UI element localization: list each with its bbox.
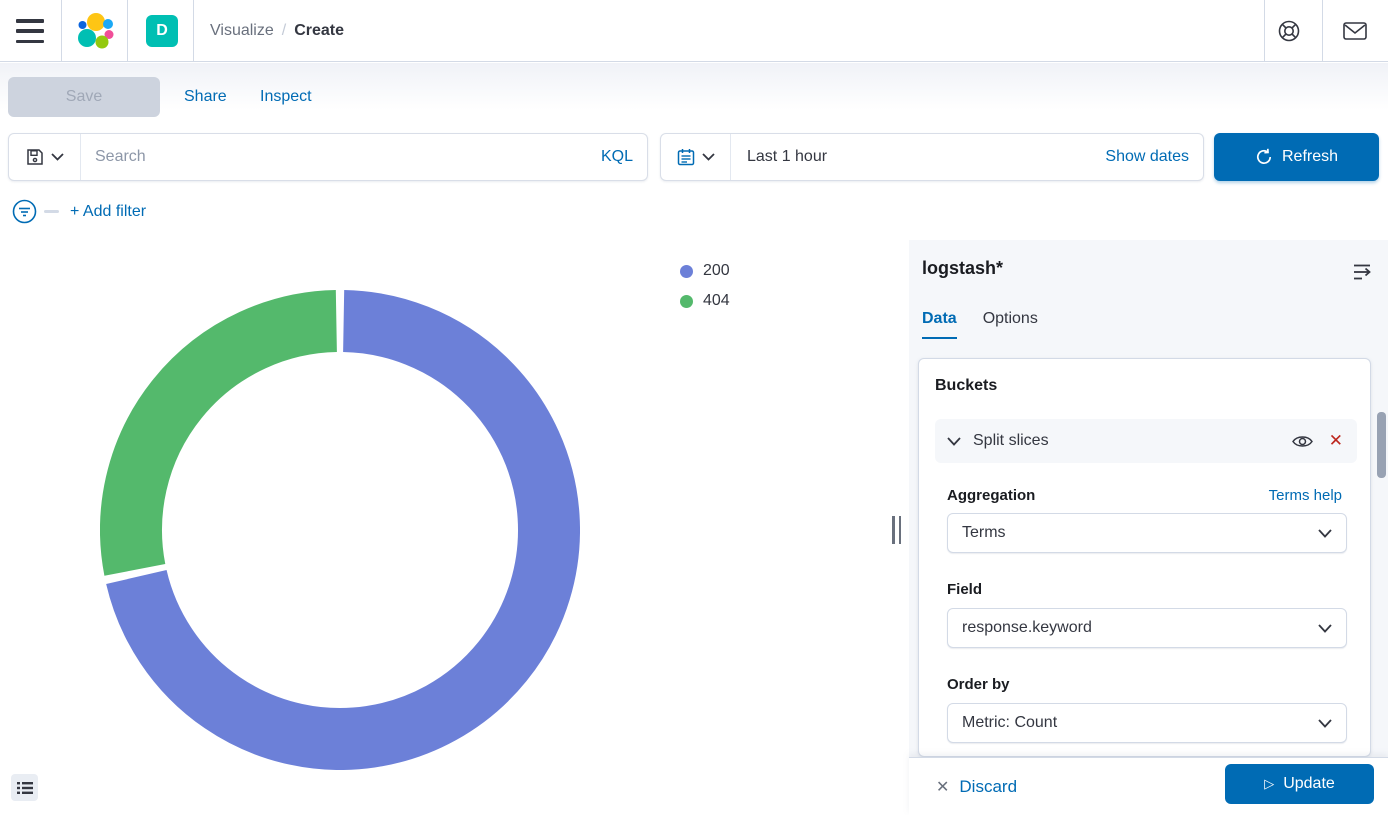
update-button[interactable]: ▷ Update <box>1225 764 1374 804</box>
buckets-card: Buckets Split slices ✕ Aggregation Terms… <box>918 358 1371 757</box>
legend-item-200[interactable]: 200 <box>680 262 730 280</box>
play-icon: ▷ <box>1264 776 1274 792</box>
legend-item-404[interactable]: 404 <box>680 292 730 310</box>
legend-dot-200 <box>680 265 693 278</box>
discard-label: Discard <box>959 777 1017 797</box>
chevron-down-icon <box>1318 529 1332 538</box>
filter-dash <box>44 210 59 213</box>
aggregation-value: Terms <box>962 524 1006 542</box>
kql-button[interactable]: KQL <box>587 148 647 166</box>
menu-icon[interactable] <box>14 17 46 45</box>
tab-options[interactable]: Options <box>983 310 1038 339</box>
editor-footer: ✕ Discard ▷ Update <box>909 757 1388 815</box>
split-slices-toggle[interactable]: Split slices <box>973 432 1292 450</box>
search-box: KQL <box>8 133 648 181</box>
saved-query-menu-button[interactable] <box>9 134 81 180</box>
save-icon <box>26 148 44 166</box>
update-label: Update <box>1283 775 1335 793</box>
header-divider <box>1264 0 1265 62</box>
field-value: response.keyword <box>962 619 1092 637</box>
add-filter-button[interactable]: + Add filter <box>70 199 146 224</box>
vis-editor-sidebar: logstash* Data Options Buckets Split sli… <box>909 240 1388 815</box>
chevron-down-icon <box>51 153 64 161</box>
header-divider <box>127 0 128 62</box>
show-dates-button[interactable]: Show dates <box>1091 148 1203 166</box>
order-by-value: Metric: Count <box>962 714 1057 732</box>
legend-toggle-button[interactable] <box>11 774 38 801</box>
eye-icon[interactable] <box>1292 434 1313 449</box>
visualize-toolbar: Save Share Inspect <box>0 63 1388 130</box>
chevron-down-icon <box>702 153 715 161</box>
legend-label: 404 <box>703 292 730 310</box>
breadcrumb: Visualize / Create <box>210 0 344 62</box>
terms-help-link[interactable]: Terms help <box>1269 487 1342 504</box>
breadcrumb-create: Create <box>294 22 344 40</box>
save-button[interactable]: Save <box>8 77 160 117</box>
field-label: Field <box>947 581 982 598</box>
share-button[interactable]: Share <box>184 77 227 117</box>
chevron-down-icon <box>1318 719 1332 728</box>
index-pattern-title: logstash* <box>922 258 1003 279</box>
remove-bucket-button[interactable]: ✕ <box>1329 431 1343 451</box>
chevron-down-icon <box>1318 624 1332 633</box>
scrollbar-thumb[interactable] <box>1377 412 1386 478</box>
chart-legend: 200 404 <box>680 262 730 310</box>
refresh-icon <box>1255 148 1273 166</box>
aggregation-label: Aggregation <box>947 487 1035 504</box>
refresh-button[interactable]: Refresh <box>1214 133 1379 181</box>
donut-chart <box>100 290 580 770</box>
buckets-heading: Buckets <box>935 377 997 395</box>
help-icon <box>1276 18 1302 44</box>
order-by-select[interactable]: Metric: Count <box>947 703 1347 743</box>
field-select[interactable]: response.keyword <box>947 608 1347 648</box>
aggregation-select[interactable]: Terms <box>947 513 1347 553</box>
visualization-area: 200 404 <box>0 240 908 815</box>
editor-tabs: Data Options <box>922 310 1038 339</box>
header-divider <box>193 0 194 62</box>
query-bar: KQL Last 1 hour Show dates Refresh <box>0 133 1388 181</box>
cross-icon: ✕ <box>936 777 949 797</box>
elastic-logo[interactable] <box>76 12 114 50</box>
legend-label: 200 <box>703 262 730 280</box>
filter-icon[interactable] <box>12 199 37 224</box>
header-divider <box>1322 0 1323 62</box>
split-slices-panel: Split slices ✕ <box>935 419 1357 463</box>
order-by-label: Order by <box>947 676 1010 693</box>
resizer-grip-icon <box>892 516 901 544</box>
time-range-value[interactable]: Last 1 hour <box>731 148 1091 166</box>
calendar-icon <box>677 148 695 166</box>
search-input[interactable] <box>81 148 587 166</box>
breadcrumb-visualize[interactable]: Visualize <box>210 22 274 40</box>
newsfeed-button[interactable] <box>1340 16 1370 46</box>
app-header: D Visualize / Create <box>0 0 1388 62</box>
donut-slice-404[interactable] <box>131 321 336 570</box>
chevron-down-icon[interactable] <box>947 437 961 446</box>
space-badge[interactable]: D <box>146 15 178 47</box>
date-picker: Last 1 hour Show dates <box>660 133 1204 181</box>
discard-button[interactable]: ✕ Discard <box>936 772 1017 802</box>
quick-select-date-button[interactable] <box>661 134 731 180</box>
inspect-button[interactable]: Inspect <box>260 77 312 117</box>
header-divider <box>61 0 62 62</box>
tab-data[interactable]: Data <box>922 310 957 339</box>
panel-resizer[interactable] <box>888 240 908 815</box>
legend-dot-404 <box>680 295 693 308</box>
mail-icon <box>1341 19 1369 43</box>
help-button[interactable] <box>1274 16 1304 46</box>
refresh-label: Refresh <box>1282 148 1338 166</box>
list-icon <box>17 781 33 795</box>
collapse-sidebar-button[interactable] <box>1350 260 1374 284</box>
breadcrumb-separator: / <box>282 22 286 40</box>
filter-bar: + Add filter <box>0 196 1388 228</box>
menu-right-icon <box>1350 260 1374 284</box>
